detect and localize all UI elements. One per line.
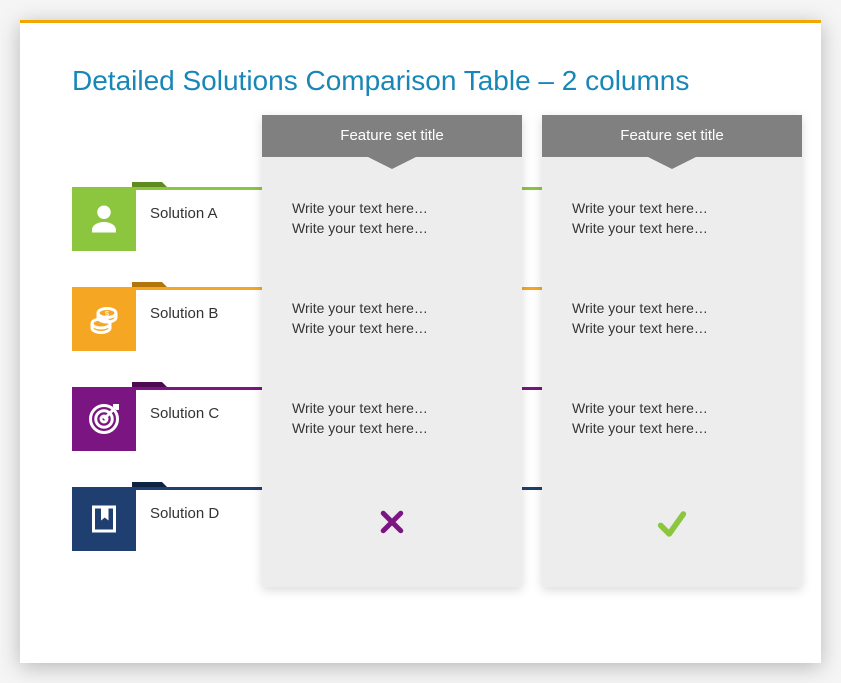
- cell-line: Write your text here…: [572, 319, 772, 339]
- column-header-1: Feature set title: [262, 115, 522, 157]
- slide: Detailed Solutions Comparison Table – 2 …: [20, 20, 821, 663]
- cell-a1: Write your text here… Write your text he…: [262, 199, 522, 238]
- target-icon: [72, 387, 136, 451]
- cell-line: Write your text here…: [572, 199, 772, 219]
- cell-line: Write your text here…: [292, 319, 492, 339]
- cell-c1: Write your text here… Write your text he…: [262, 399, 522, 438]
- cell-line: Write your text here…: [292, 219, 492, 239]
- coins-icon: $: [72, 287, 136, 351]
- solution-label-d: Solution D: [150, 505, 219, 522]
- cell-line: Write your text here…: [292, 199, 492, 219]
- person-icon: [72, 187, 136, 251]
- feature-column-1: Feature set title Write your text here… …: [262, 115, 522, 587]
- cell-line: Write your text here…: [292, 419, 492, 439]
- page-title: Detailed Solutions Comparison Table – 2 …: [72, 65, 769, 97]
- feature-column-2: Feature set title Write your text here… …: [542, 115, 802, 587]
- check-icon: [655, 528, 689, 544]
- cell-line: Write your text here…: [292, 399, 492, 419]
- solution-label-b: Solution B: [150, 305, 218, 322]
- cell-line: Write your text here…: [572, 219, 772, 239]
- bookmark-icon: [72, 487, 136, 551]
- cell-d2: [542, 507, 802, 547]
- solution-label-a: Solution A: [150, 205, 218, 222]
- cell-c2: Write your text here… Write your text he…: [542, 399, 802, 438]
- cell-line: Write your text here…: [572, 419, 772, 439]
- cell-line: Write your text here…: [292, 299, 492, 319]
- cross-icon: [377, 524, 407, 540]
- solution-label-c: Solution C: [150, 405, 219, 422]
- cell-a2: Write your text here… Write your text he…: [542, 199, 802, 238]
- cell-b2: Write your text here… Write your text he…: [542, 299, 802, 338]
- cell-d1: [262, 507, 522, 543]
- cell-line: Write your text here…: [572, 299, 772, 319]
- cell-b1: Write your text here… Write your text he…: [262, 299, 522, 338]
- column-header-2: Feature set title: [542, 115, 802, 157]
- cell-line: Write your text here…: [572, 399, 772, 419]
- comparison-grid: Solution A $ Solution B Solution C Solu: [72, 115, 769, 605]
